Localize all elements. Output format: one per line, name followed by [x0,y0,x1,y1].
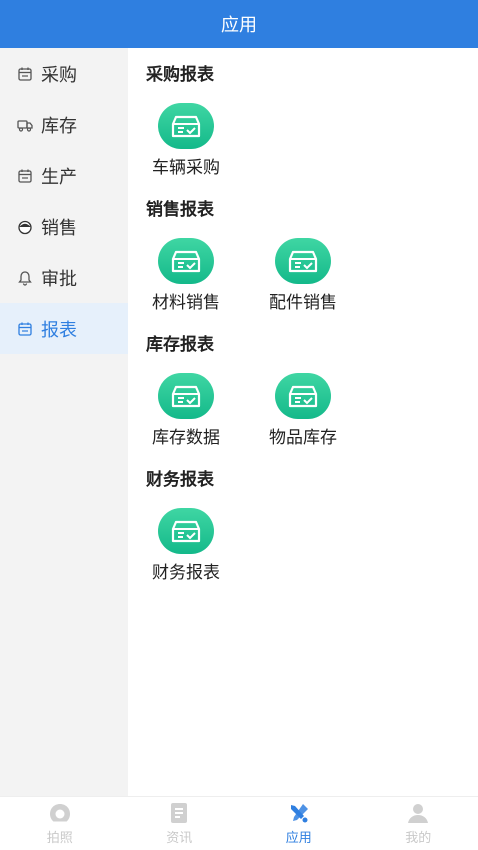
report-tile-inventory-data[interactable]: 库存数据 [130,373,242,448]
calendar-icon [17,66,33,82]
tile-label: 库存数据 [152,428,220,448]
report-tile-vehicle-purchase[interactable]: 车辆采购 [130,103,242,178]
report-box-icon [275,238,331,284]
calendar-icon [17,168,33,184]
sidebar-item-reports[interactable]: 报表 [0,303,128,354]
report-content: 采购报表 车辆采购 销售报表 材料销售 配件销售 库存报表 库存数据 物品库存 … [128,48,478,796]
report-tile-finance[interactable]: 财务报表 [130,508,242,583]
bell-icon [17,270,33,286]
tab-news[interactable]: 资讯 [120,797,240,850]
tile-label: 车辆采购 [152,158,220,178]
report-section-sales: 销售报表 材料销售 配件销售 [128,183,478,318]
section-title: 采购报表 [146,65,214,85]
app-header: 应用 [0,0,478,48]
tile-label: 物品库存 [269,428,337,448]
tile-label: 财务报表 [152,563,220,583]
page-title: 应用 [221,15,257,36]
report-tile-material-sales[interactable]: 材料销售 [130,238,242,313]
truck-icon [17,117,33,133]
sidebar-item-label: 报表 [41,319,77,341]
section-title: 财务报表 [146,470,214,490]
report-section-finance: 财务报表 财务报表 [128,453,478,588]
tab-label: 拍照 [46,831,73,846]
sidebar-item-inventory[interactable]: 库存 [0,99,128,150]
sidebar-item-approval[interactable]: 审批 [0,252,128,303]
sidebar-item-label: 库存 [41,115,77,137]
sidebar-item-sales[interactable]: 销售 [0,201,128,252]
person-icon [17,219,33,235]
tab-label: 资讯 [166,831,193,846]
camera-icon [49,804,70,822]
report-tile-item-inventory[interactable]: 物品库存 [247,373,359,448]
bottom-tab-bar: 拍照 资讯 应用 我的 [0,796,478,850]
user-icon [408,804,429,823]
tab-apps[interactable]: 应用 [239,797,359,850]
report-section-purchase: 采购报表 车辆采购 [128,48,478,183]
sidebar-item-production[interactable]: 生产 [0,150,128,201]
report-box-icon [158,103,214,149]
sidebar: 采购 库存 生产 销售 审批 报表 [0,48,128,796]
sidebar-item-label: 采购 [41,64,77,86]
calendar-icon [17,321,33,337]
report-box-icon [158,373,214,419]
tab-label: 我的 [405,831,432,846]
tile-label: 材料销售 [152,293,220,313]
tab-profile[interactable]: 我的 [359,797,478,850]
report-tile-parts-sales[interactable]: 配件销售 [247,238,359,313]
report-section-inventory: 库存报表 库存数据 物品库存 [128,318,478,453]
sidebar-item-label: 审批 [41,268,77,290]
sidebar-item-label: 生产 [41,166,77,188]
report-box-icon [158,238,214,284]
tools-icon [290,804,308,823]
report-box-icon [158,508,214,554]
sidebar-item-label: 销售 [41,217,77,239]
section-title: 库存报表 [146,335,214,355]
news-icon [171,803,188,823]
sidebar-item-purchase[interactable]: 采购 [0,48,128,99]
tile-label: 配件销售 [269,293,337,313]
report-box-icon [275,373,331,419]
tab-camera[interactable]: 拍照 [0,797,120,850]
tab-label: 应用 [285,831,312,846]
section-title: 销售报表 [146,200,214,220]
